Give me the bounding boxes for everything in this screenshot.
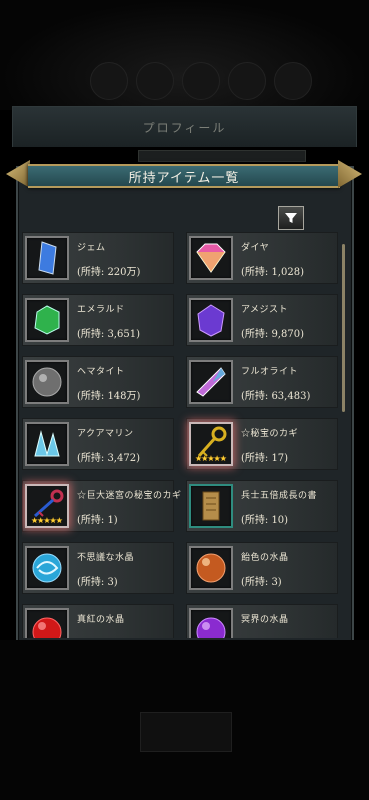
- item-thumbnail: [25, 236, 69, 280]
- item-name: アメジスト: [241, 305, 289, 315]
- amethyst-icon: [197, 304, 225, 337]
- item-list[interactable]: ジェム (所持: 220万) ダイヤ (所持: 1,028) エメラルド (所持: 3,6…: [22, 232, 342, 638]
- item-name: 兵士五倍成長の書: [241, 491, 318, 501]
- emerald-icon: [34, 305, 60, 335]
- item-count: (所持: 3): [77, 577, 118, 588]
- inventory-item[interactable]: フルオライト (所持: 63,483): [186, 356, 338, 408]
- item-name: ☆巨大迷宮の秘宝のカギ: [77, 491, 182, 501]
- item-name: ジェム: [77, 243, 106, 253]
- inventory-item[interactable]: 冥界の水晶: [186, 604, 338, 638]
- blue-gem-icon: [38, 241, 57, 275]
- inventory-item[interactable]: 飴色の水晶 (所持: 3): [186, 542, 338, 594]
- item-count: (所持: 17): [241, 453, 289, 464]
- inventory-item[interactable]: アメジスト (所持: 9,870): [186, 294, 338, 346]
- background-menu-icon: [90, 62, 128, 100]
- blue-crystal-orb-icon: [32, 553, 62, 583]
- background-menu-icon: [274, 62, 312, 100]
- item-thumbnail: [189, 236, 233, 280]
- item-thumbnail: ★★★★★: [189, 422, 233, 466]
- profile-title: プロフィール: [142, 121, 227, 135]
- background-header: [0, 0, 369, 110]
- inventory-item[interactable]: 真紅の水晶: [22, 604, 174, 638]
- item-name: ヘマタイト: [77, 367, 125, 377]
- background-menu-icon: [136, 62, 174, 100]
- item-name: 真紅の水晶: [77, 615, 125, 625]
- item-thumbnail: [25, 298, 69, 342]
- item-name: ダイヤ: [241, 243, 270, 253]
- modal-title-bar: 所持アイテム一覧: [4, 160, 364, 188]
- item-thumbnail: [189, 360, 233, 404]
- item-name: 不思議な水晶: [77, 553, 135, 563]
- item-thumbnail: [25, 360, 69, 404]
- item-thumbnail: [189, 484, 233, 528]
- item-name: 冥界の水晶: [241, 615, 289, 625]
- profile-panel: プロフィール: [12, 106, 357, 147]
- item-count: (所持: 3,472): [77, 453, 140, 464]
- scroll-icon: [202, 491, 220, 521]
- item-name: 飴色の水晶: [241, 553, 289, 563]
- background-menu-icon: [228, 62, 266, 100]
- item-count: (所持: 3): [241, 577, 282, 588]
- item-name: エメラルド: [77, 305, 125, 315]
- item-count: (所持: 1,028): [241, 267, 304, 278]
- hematite-icon: [32, 367, 62, 397]
- inventory-item[interactable]: ★★★★★ ☆秘宝のカギ (所持: 17): [186, 418, 338, 470]
- amber-crystal-orb-icon: [196, 553, 226, 583]
- rarity-stars: ★★★★★: [195, 454, 227, 463]
- item-count: (所持: 1): [77, 515, 118, 526]
- item-count: (所持: 10): [241, 515, 289, 526]
- inventory-item[interactable]: ★★★★★ ☆巨大迷宮の秘宝のカギ (所持: 1): [22, 480, 181, 532]
- item-thumbnail: [25, 422, 69, 466]
- ornament-right-icon: [338, 160, 362, 188]
- diamond-icon: [196, 243, 226, 273]
- fluorite-icon: [196, 367, 226, 397]
- rarity-stars: ★★★★★: [31, 516, 63, 525]
- item-thumbnail: [189, 608, 233, 638]
- ornament-left-icon: [6, 160, 30, 188]
- inventory-item[interactable]: ジェム (所持: 220万): [22, 232, 174, 284]
- item-thumbnail: [189, 546, 233, 590]
- title-plate: 所持アイテム一覧: [28, 164, 340, 188]
- item-count: (所持: 3,651): [77, 329, 140, 340]
- background-menu-icon: [182, 62, 220, 100]
- item-thumbnail: [25, 608, 69, 638]
- item-name: アクアマリン: [77, 429, 134, 439]
- background-gauge: [138, 150, 306, 162]
- item-count: (所持: 63,483): [241, 391, 311, 402]
- item-count: (所持: 148万): [77, 391, 141, 402]
- item-count: (所持: 9,870): [241, 329, 304, 340]
- inventory-item[interactable]: ヘマタイト (所持: 148万): [22, 356, 174, 408]
- inventory-item[interactable]: アクアマリン (所持: 3,472): [22, 418, 174, 470]
- item-thumbnail: [189, 298, 233, 342]
- inventory-item[interactable]: エメラルド (所持: 3,651): [22, 294, 174, 346]
- filter-button[interactable]: [278, 206, 304, 230]
- aquamarine-icon: [34, 430, 60, 457]
- item-name: フルオライト: [241, 367, 299, 377]
- purple-crystal-orb-icon: [196, 617, 226, 638]
- item-count: (所持: 220万): [77, 267, 141, 278]
- item-name: ☆秘宝のカギ: [241, 429, 299, 439]
- item-thumbnail: [25, 546, 69, 590]
- background-footer: [0, 640, 369, 800]
- inventory-item[interactable]: ダイヤ (所持: 1,028): [186, 232, 338, 284]
- background-button: [140, 712, 232, 752]
- inventory-item[interactable]: 不思議な水晶 (所持: 3): [22, 542, 174, 594]
- inventory-item[interactable]: 兵士五倍成長の書 (所持: 10): [186, 480, 338, 532]
- scrollbar[interactable]: [342, 244, 345, 412]
- modal-title: 所持アイテム一覧: [128, 171, 240, 186]
- crimson-crystal-orb-icon: [32, 617, 62, 638]
- item-thumbnail: ★★★★★: [25, 484, 69, 528]
- filter-icon: [285, 213, 297, 223]
